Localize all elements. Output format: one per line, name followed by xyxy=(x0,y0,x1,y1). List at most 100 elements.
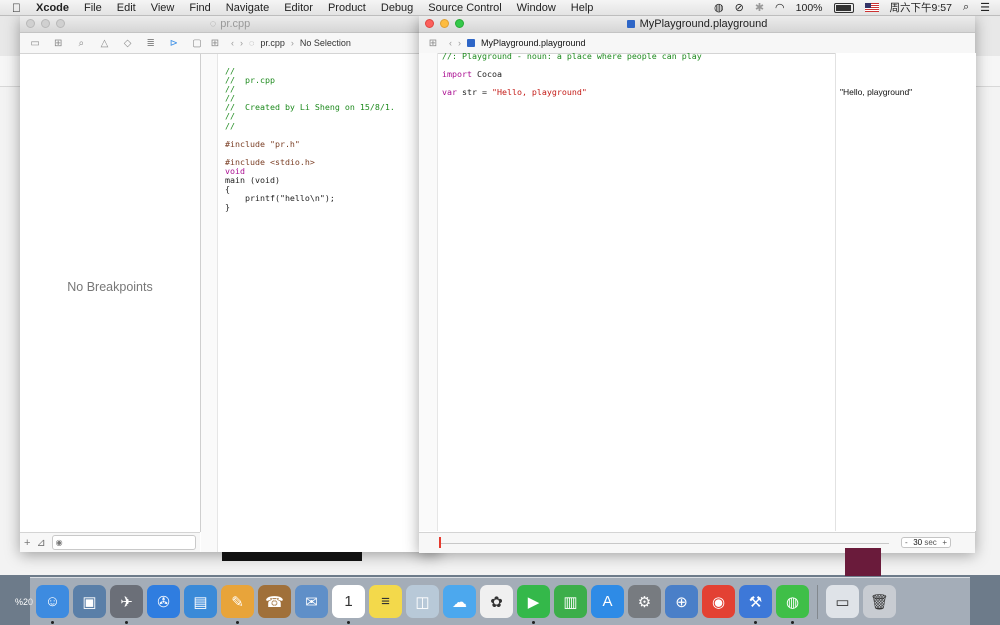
jump-selection[interactable]: No Selection xyxy=(300,38,351,48)
code-line[interactable]: main (void) xyxy=(225,176,395,185)
dock-contacts-icon[interactable]: ☎ xyxy=(258,585,291,618)
dock-safari-icon[interactable]: ✇ xyxy=(147,585,180,618)
dock-chrome-icon[interactable]: ◉ xyxy=(702,585,735,618)
menu-file[interactable]: File xyxy=(84,2,102,14)
back-icon[interactable]: ‹ xyxy=(231,38,234,48)
filter-field[interactable]: ◉ xyxy=(51,535,196,550)
search-status-icon[interactable]: ⊘ xyxy=(735,1,744,14)
dock-downloads-icon[interactable]: ▭ xyxy=(826,585,859,618)
code-line[interactable]: // xyxy=(225,121,395,131)
menu-debug[interactable]: Debug xyxy=(381,2,413,14)
menu-window[interactable]: Window xyxy=(517,2,556,14)
related-items-icon[interactable]: ⊞ xyxy=(425,36,441,50)
code-line[interactable]: // xyxy=(225,85,395,94)
minimize-button[interactable] xyxy=(41,19,50,28)
dock-trash-icon[interactable]: 🗑 xyxy=(863,585,896,618)
dock-messages-icon[interactable]: ☁ xyxy=(443,585,476,618)
dock-pages-icon[interactable]: ✎ xyxy=(221,585,254,624)
input-source-flag-icon[interactable] xyxy=(864,3,879,12)
code-line[interactable]: import Cocoa xyxy=(442,70,702,79)
notification-center-icon[interactable]: ☰ xyxy=(980,1,990,14)
close-button[interactable] xyxy=(26,19,35,28)
menu-editor[interactable]: Editor xyxy=(284,2,313,14)
dock-keynote-icon[interactable]: ▤ xyxy=(184,585,217,618)
dock-facetime-icon[interactable]: ▶ xyxy=(517,585,550,624)
zoom-button[interactable] xyxy=(455,19,464,28)
dock-preview-icon[interactable]: ▣ xyxy=(73,585,106,618)
code-line[interactable]: // pr.cpp xyxy=(225,75,395,85)
decrement-button[interactable]: - xyxy=(905,538,908,547)
dock-photo-booth-icon[interactable]: ◫ xyxy=(406,585,439,618)
line-gutter[interactable] xyxy=(419,53,438,531)
dock-notes-icon[interactable]: ≡ xyxy=(369,585,402,618)
battery-percent[interactable]: 100% xyxy=(796,2,823,14)
spotlight-icon[interactable]: ⌕ xyxy=(963,1,969,14)
apple-icon[interactable]:  xyxy=(12,1,26,15)
filter-options-icon[interactable]: ⊿ xyxy=(36,536,45,549)
dock-xcode-icon[interactable]: ⚒ xyxy=(739,585,772,624)
duration-stepper[interactable]: - 30 sec + xyxy=(901,537,951,548)
code-line[interactable]: #include "pr.h" xyxy=(225,139,395,149)
line-gutter[interactable] xyxy=(201,54,218,552)
dock-calendar-icon[interactable]: 1 xyxy=(332,585,365,624)
dock-numbers-icon[interactable]: ▥ xyxy=(554,585,587,618)
bluetooth-icon[interactable]: ✱ xyxy=(755,1,764,14)
symbol-navigator-icon[interactable]: ⊞ xyxy=(51,36,65,50)
minimize-button[interactable] xyxy=(440,19,449,28)
code-line[interactable]: // Created by Li Sheng on 15/8/1. xyxy=(225,103,395,112)
menu-product[interactable]: Product xyxy=(328,2,366,14)
clock[interactable]: 周六下午9:57 xyxy=(890,0,952,15)
zoom-button[interactable] xyxy=(56,19,65,28)
increment-button[interactable]: + xyxy=(942,538,947,547)
menu-help[interactable]: Help xyxy=(571,2,594,14)
dock-app-store-icon[interactable]: A xyxy=(591,585,624,618)
wechat-status-icon[interactable]: ◍ xyxy=(714,1,724,14)
code-line[interactable]: } xyxy=(225,203,395,212)
code-line[interactable]: printf("hello\n"); xyxy=(225,194,395,203)
forward-icon[interactable]: › xyxy=(458,38,461,48)
add-icon[interactable]: + xyxy=(24,537,30,549)
dock-system-preferences-icon[interactable]: ⚙ xyxy=(628,585,661,618)
code-text[interactable]: //// pr.cpp////// Created by Li Sheng on… xyxy=(225,66,395,213)
menu-app-name[interactable]: Xcode xyxy=(36,2,69,14)
dock-directory-utility-icon[interactable]: ⊕ xyxy=(665,585,698,618)
running-indicator xyxy=(791,621,794,624)
navigator-filter-bar: + ⊿ ◉ xyxy=(20,532,200,552)
menu-edit[interactable]: Edit xyxy=(117,2,136,14)
timeline-playhead[interactable] xyxy=(439,537,441,548)
related-items-icon[interactable]: ⊞ xyxy=(207,36,223,50)
dock-finder-icon[interactable]: ☺ xyxy=(36,585,69,624)
wifi-icon[interactable]: ◠ xyxy=(775,1,785,14)
dock-launchpad-icon[interactable]: ✈ xyxy=(110,585,143,624)
code-line[interactable]: //: Playground - noun: a place where peo… xyxy=(442,52,702,61)
window-title: MyPlayground.playground xyxy=(639,18,768,30)
dock-mail-icon[interactable]: ✉ xyxy=(295,585,328,618)
menu-find[interactable]: Find xyxy=(189,2,210,14)
debug-navigator-icon[interactable]: ≣ xyxy=(144,36,158,50)
menu-view[interactable]: View xyxy=(151,2,175,14)
result-value[interactable]: "Hello, playground" xyxy=(840,87,912,97)
dock-wechat-icon[interactable]: ◍ xyxy=(776,585,809,624)
find-navigator-icon[interactable]: ⌕ xyxy=(74,36,88,50)
test-navigator-icon[interactable]: ◇ xyxy=(121,36,135,50)
code-text[interactable]: //: Playground - noun: a place where peo… xyxy=(442,52,702,97)
folder-icon[interactable]: ▭ xyxy=(28,36,42,50)
code-line[interactable]: // xyxy=(225,112,395,121)
xcode-window-pr-cpp: ◌ pr.cpp ▭ ⊞ ⌕ △ ◇ ≣ ⊳ ▢ No Breakpoints … xyxy=(20,16,440,552)
timeline-track[interactable] xyxy=(441,543,889,544)
code-line[interactable]: #include <stdio.h> xyxy=(225,157,395,167)
issue-navigator-icon[interactable]: △ xyxy=(97,36,111,50)
menu-navigate[interactable]: Navigate xyxy=(226,2,269,14)
close-button[interactable] xyxy=(425,19,434,28)
code-line[interactable]: var str = "Hello, playground" xyxy=(442,88,702,97)
breakpoint-navigator-icon[interactable]: ⊳ xyxy=(167,36,181,50)
back-icon[interactable]: ‹ xyxy=(449,38,452,48)
menu-source-control[interactable]: Source Control xyxy=(428,2,501,14)
jump-file[interactable]: MyPlayground.playground xyxy=(481,38,586,48)
results-sidebar: "Hello, playground" xyxy=(835,53,976,531)
forward-icon[interactable]: › xyxy=(240,38,243,48)
dock-photos-icon[interactable]: ✿ xyxy=(480,585,513,618)
jump-file[interactable]: pr.cpp xyxy=(260,38,285,48)
breakpoint-navigator: No Breakpoints xyxy=(20,54,201,532)
battery-icon[interactable] xyxy=(833,2,854,13)
